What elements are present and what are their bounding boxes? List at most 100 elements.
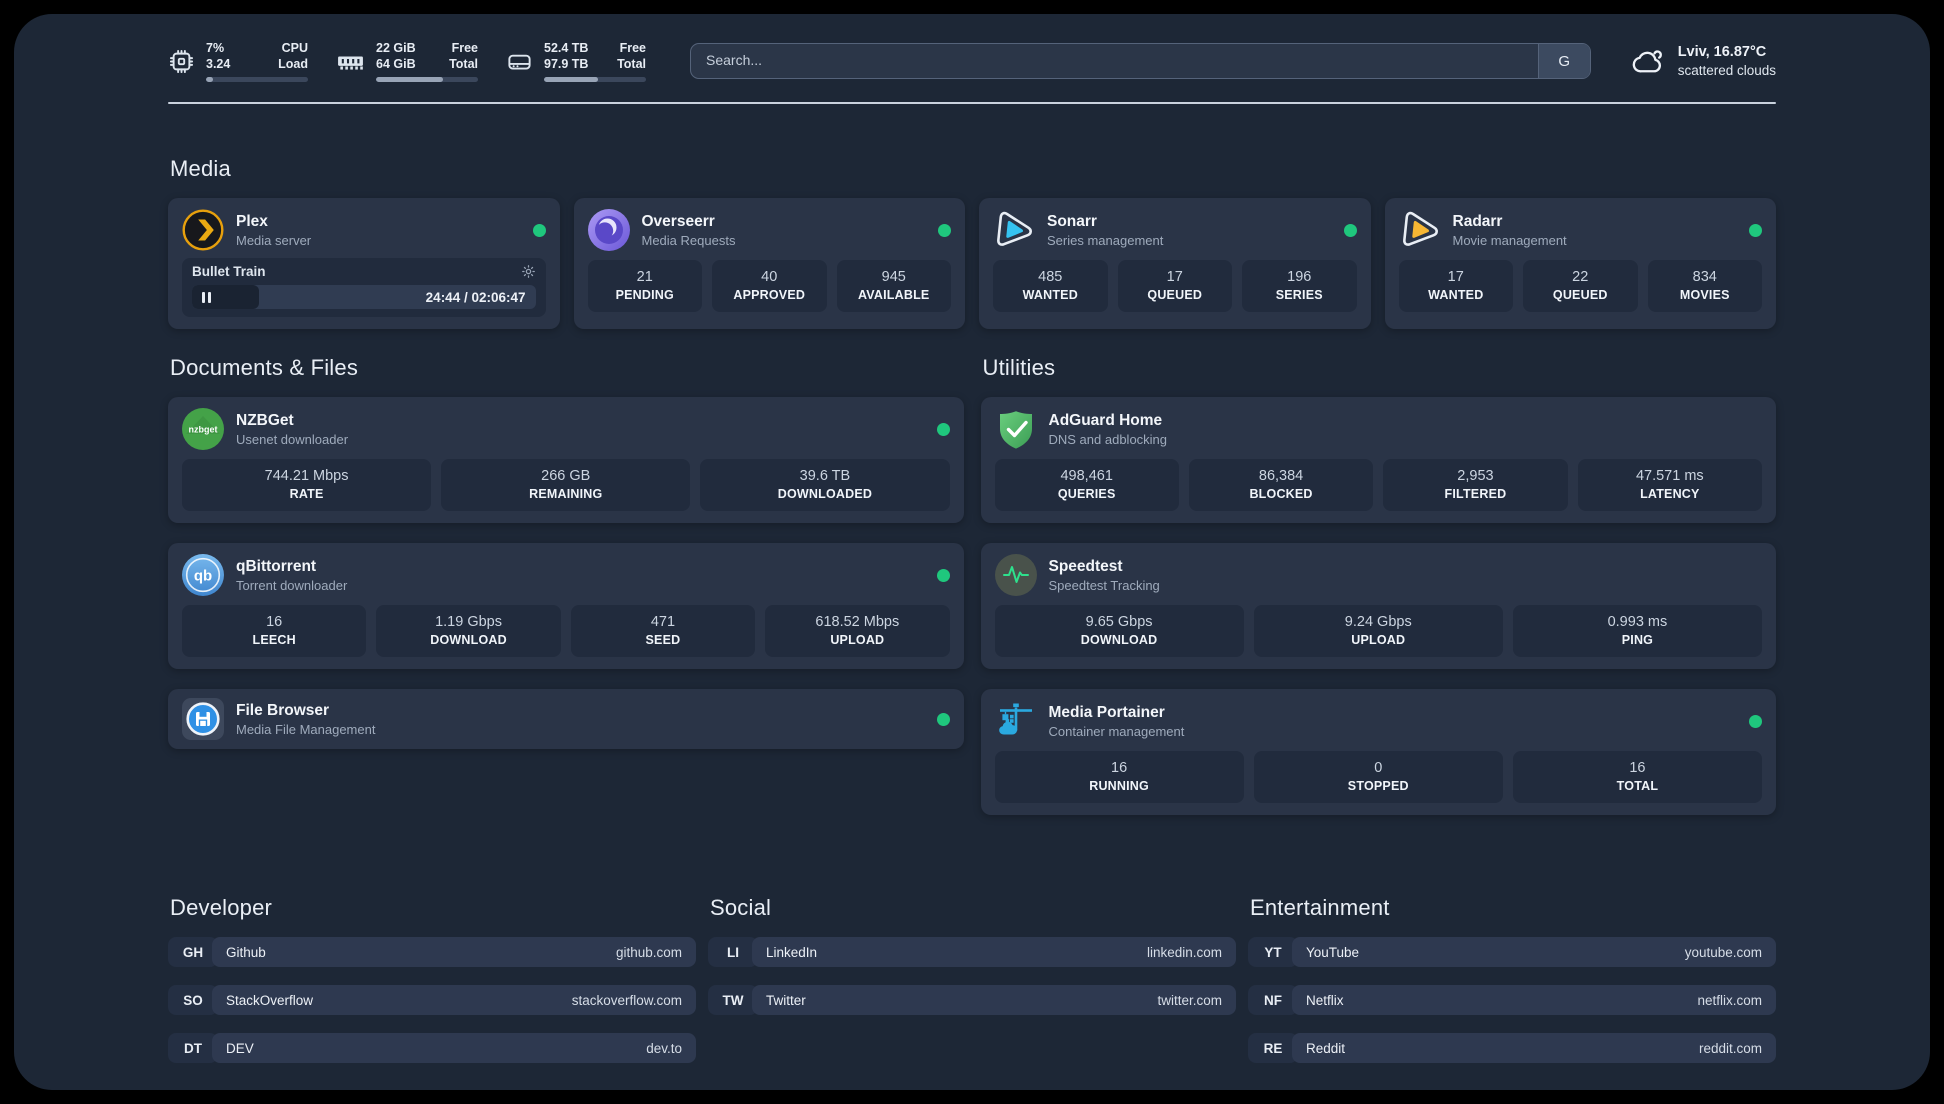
stat-box: 1.19 Gbps DOWNLOAD xyxy=(376,605,561,657)
stat-box: 471 SEED xyxy=(570,605,756,657)
playback-progress-fill xyxy=(192,285,259,309)
speedtest-icon xyxy=(994,554,1037,596)
stat-box: 21 PENDING xyxy=(587,260,702,312)
card-desc: Torrent downloader xyxy=(236,577,348,593)
link-abbr: SO xyxy=(168,985,218,1015)
link-name: YouTube xyxy=(1306,944,1360,960)
playback-time: 24:44 / 02:06:47 xyxy=(425,289,526,305)
disk-total-value: 97.9 TB xyxy=(544,57,589,71)
card-desc: Media server xyxy=(236,232,312,248)
memory-progress-fill xyxy=(376,77,444,82)
stat-box: 16 LEECH xyxy=(182,605,367,657)
search-input[interactable]: Search... xyxy=(706,44,762,77)
memory-stat: 22 GiB 64 GiB Free Total xyxy=(336,40,478,82)
stat-box: 16 RUNNING xyxy=(994,751,1244,803)
card-qbittorrent[interactable]: qb qBittorrent Torrent downloader 16 LEEC… xyxy=(168,543,964,669)
svg-text:nzbget: nzbget xyxy=(189,425,218,435)
card-plex[interactable]: Plex Media server Bullet Train 24:44 / 0… xyxy=(168,198,560,329)
stat-box: 17 QUEUED xyxy=(1117,260,1232,312)
link-reddit[interactable]: RE Reddit reddit.com xyxy=(1248,1033,1776,1063)
stat-box: 2,953 FILTERED xyxy=(1383,459,1568,511)
link-name: StackOverflow xyxy=(226,992,314,1008)
weather-widget: Lviv, 16.87°C scattered clouds xyxy=(1631,43,1776,80)
search-engine-button[interactable]: G xyxy=(1537,44,1590,78)
section-developer: Developer GH Github github.com SO StackOv… xyxy=(168,895,696,1081)
stat-box: 16 TOTAL xyxy=(1512,751,1763,803)
qbittorrent-icon: qb xyxy=(182,554,224,596)
stat-box: 39.6 TB DOWNLOADED xyxy=(700,459,950,511)
cpu-usage-value: 7% xyxy=(206,41,225,55)
section-title-entertainment: Entertainment xyxy=(1250,895,1390,920)
overseerr-icon xyxy=(587,209,630,251)
cpu-progress-fill xyxy=(206,77,214,82)
card-desc: Usenet downloader xyxy=(236,431,349,447)
gear-icon[interactable] xyxy=(521,264,536,279)
status-dot xyxy=(936,422,950,436)
link-name: Github xyxy=(226,944,266,960)
card-desc: Container management xyxy=(1048,723,1185,739)
section-utilities: Utilities AdGuard Home DNS and adblockin… xyxy=(980,355,1776,835)
link-stackoverflow[interactable]: SO StackOverflow stackoverflow.com xyxy=(168,985,696,1015)
link-dev[interactable]: DT DEV dev.to xyxy=(168,1033,696,1063)
weather-location: Lviv, 16.87°C xyxy=(1677,43,1767,60)
cpu-label: CPU xyxy=(281,41,308,55)
stat-box: 618.52 Mbps UPLOAD xyxy=(765,605,950,657)
card-overseerr[interactable]: Overseerr Media Requests 21 PENDING 40 APP… xyxy=(573,198,965,329)
card-title: Media Portainer xyxy=(1048,703,1165,721)
card-speedtest[interactable]: Speedtest Speedtest Tracking 9.65 Gbps DO… xyxy=(980,543,1776,669)
stat-box: 9.24 Gbps UPLOAD xyxy=(1253,605,1503,657)
link-youtube[interactable]: YT YouTube youtube.com xyxy=(1248,937,1776,967)
stat-box: 17 WANTED xyxy=(1398,260,1513,312)
link-abbr: YT xyxy=(1248,937,1298,967)
disk-stat: 52.4 TB 97.9 TB Free Total xyxy=(506,40,646,82)
cpu-load-label: Load xyxy=(278,57,308,71)
card-desc: Series management xyxy=(1047,232,1164,248)
link-netflix[interactable]: NF Netflix netflix.com xyxy=(1248,985,1776,1015)
disk-free-value: 52.4 TB xyxy=(544,41,589,55)
svg-text:qb: qb xyxy=(194,568,212,585)
memory-free-value: 22 GiB xyxy=(376,41,416,55)
radarr-icon xyxy=(1402,211,1438,246)
section-title-social: Social xyxy=(710,895,772,920)
card-nzbget[interactable]: nzbget NZBGet Usenet downloader 744.21 M… xyxy=(168,397,964,523)
card-title: File Browser xyxy=(236,701,330,719)
disk-progress-fill xyxy=(544,77,599,82)
card-radarr[interactable]: Radarr Movie management 17 WANTED 22 QUEUE… xyxy=(1384,198,1776,329)
card-desc: Speedtest Tracking xyxy=(1048,577,1160,593)
now-playing-title: Bullet Train xyxy=(192,264,266,279)
memory-progress-bar xyxy=(376,77,478,82)
playback-progress-bar[interactable]: 24:44 / 02:06:47 xyxy=(192,285,536,309)
stat-box: 485 WANTED xyxy=(993,260,1108,312)
disk-icon xyxy=(508,54,531,70)
cpu-icon xyxy=(169,49,194,73)
card-adguard[interactable]: AdGuard Home DNS and adblocking 498,461 Q… xyxy=(980,397,1776,523)
section-entertainment: Entertainment YT YouTube youtube.com NF N… xyxy=(1248,895,1776,1081)
search-bar[interactable]: Search... G xyxy=(690,43,1591,79)
link-github[interactable]: GH Github github.com xyxy=(168,937,696,967)
plex-icon xyxy=(182,209,224,251)
card-desc: Movie management xyxy=(1452,232,1567,248)
section-title-utilities: Utilities xyxy=(982,355,1056,380)
card-title: Radarr xyxy=(1452,212,1503,230)
section-title-developer: Developer xyxy=(170,895,273,920)
link-twitter[interactable]: TW Twitter twitter.com xyxy=(708,985,1236,1015)
link-abbr: GH xyxy=(168,937,218,967)
status-dot xyxy=(1749,223,1762,237)
card-sonarr[interactable]: Sonarr Series management 485 WANTED 17 QUE… xyxy=(979,198,1371,329)
sonarr-icon xyxy=(997,211,1032,246)
system-stats: 7% 3.24 CPU Load 22 GiB 64 GiB Free Total xyxy=(168,40,646,82)
now-playing: Bullet Train 24:44 / 02:06:47 xyxy=(182,258,546,317)
card-title: Speedtest xyxy=(1048,557,1123,575)
card-portainer[interactable]: Media Portainer Container management 16 R… xyxy=(980,689,1776,815)
link-url: twitter.com xyxy=(1157,992,1222,1008)
adguard-icon xyxy=(999,411,1032,449)
stat-box: 9.65 Gbps DOWNLOAD xyxy=(994,605,1244,657)
section-title-media: Media xyxy=(170,156,231,181)
link-linkedin[interactable]: LI LinkedIn linkedin.com xyxy=(708,937,1236,967)
link-abbr: RE xyxy=(1248,1033,1298,1063)
cloud-icon xyxy=(1632,50,1662,73)
card-filebrowser[interactable]: File Browser Media File Management xyxy=(168,689,964,749)
cpu-stat: 7% 3.24 CPU Load xyxy=(168,40,308,82)
pause-icon[interactable] xyxy=(202,291,205,303)
stat-box: 86,384 BLOCKED xyxy=(1188,459,1374,511)
